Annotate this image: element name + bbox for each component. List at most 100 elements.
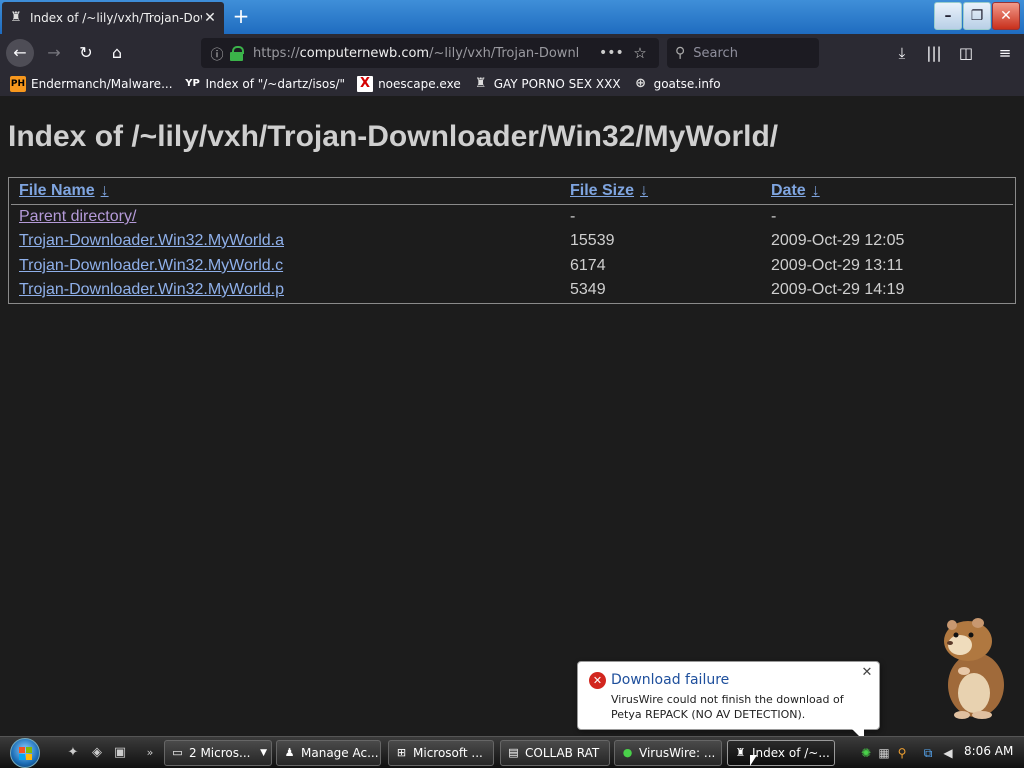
file-listing-table: File Name ↓ File Size ↓ Date ↓ Parent direc… bbox=[8, 177, 1016, 304]
viruswire-tray-icon[interactable]: ✺ bbox=[858, 745, 874, 761]
title-bar: ♜ Index of /~lily/vxh/Trojan-Dow ✕ + – ❐… bbox=[0, 0, 1024, 34]
hamburger-menu-icon[interactable]: ≡ bbox=[994, 42, 1016, 64]
forward-button[interactable]: → bbox=[40, 39, 68, 67]
search-input[interactable] bbox=[693, 45, 804, 61]
tab-title: Index of /~lily/vxh/Trojan-Dow bbox=[30, 11, 202, 25]
maximize-button[interactable]: ❐ bbox=[963, 2, 991, 30]
navigation-toolbar: ← → ↻ ⌂ ⓘ https://computernewb.com/~lily… bbox=[0, 34, 1024, 72]
page-content: Index of /~lily/vxh/Trojan-Downloader/Wi… bbox=[0, 96, 1024, 736]
parent-directory-link[interactable]: Parent directory/ bbox=[19, 208, 136, 226]
virus-icon: ● bbox=[622, 746, 633, 759]
bookmark-label: noescape.exe bbox=[378, 77, 461, 91]
bookmark-star-icon[interactable]: ☆ bbox=[629, 44, 651, 62]
page-actions-icon[interactable]: ••• bbox=[599, 45, 624, 61]
chevron-down-icon: ▼ bbox=[260, 748, 267, 758]
header-divider bbox=[11, 204, 1013, 205]
address-bar[interactable]: ⓘ https://computernewb.com/~lily/vxh/Tro… bbox=[201, 38, 659, 68]
sort-by-date-header[interactable]: Date ↓ bbox=[771, 182, 820, 200]
file-link[interactable]: Trojan-Downloader.Win32.MyWorld.a bbox=[19, 232, 284, 250]
task-viruswire[interactable]: ● VirusWire: ... bbox=[614, 740, 722, 766]
bookmark-gay-porno[interactable]: ♜ GAY PORNO SEX XXX bbox=[473, 76, 621, 92]
bookmark-noescape[interactable]: X noescape.exe bbox=[357, 76, 461, 92]
notification-title: Download failure bbox=[611, 672, 730, 688]
close-icon[interactable]: ✕ bbox=[860, 666, 874, 680]
file-size: 5349 bbox=[570, 281, 606, 298]
new-tab-button[interactable]: + bbox=[230, 4, 252, 28]
search-tray-icon[interactable]: ⚲ bbox=[894, 745, 910, 761]
windows-logo-icon: ⊞ bbox=[396, 746, 407, 759]
tab-close-icon[interactable]: ✕ bbox=[202, 10, 218, 26]
users-icon: ♟ bbox=[284, 746, 295, 759]
hamster-mascot[interactable] bbox=[938, 615, 1008, 719]
error-icon: ✕ bbox=[589, 672, 606, 689]
close-window-button[interactable]: ✕ bbox=[992, 2, 1020, 30]
task-microsoft[interactable]: ⊞ Microsoft ... bbox=[388, 740, 494, 766]
yp-badge-icon: YP bbox=[185, 78, 200, 89]
table-row: Trojan-Downloader.Win32.MyWorld.p 5349 2… bbox=[9, 281, 1013, 305]
minimize-button[interactable]: – bbox=[934, 2, 962, 30]
system-tray: ✺ ▦ ⚲ ⧉ ◀ 8:06 AM bbox=[850, 740, 1022, 766]
table-row: Parent directory/ - - bbox=[9, 208, 1013, 232]
hat-favicon-icon: ♜ bbox=[10, 10, 22, 25]
bookmarks-toolbar: PH Endermanch/Malware... YP Index of "/~… bbox=[0, 72, 1024, 96]
page-title: Index of /~lily/vxh/Trojan-Downloader/Wi… bbox=[8, 120, 779, 153]
ph-badge-icon: PH bbox=[10, 76, 26, 92]
task-microsoft-group[interactable]: ▭ 2 Micros... ▼ bbox=[164, 740, 272, 766]
sort-arrow-icon: ↓ bbox=[100, 182, 109, 199]
browser-tab[interactable]: ♜ Index of /~lily/vxh/Trojan-Dow ✕ bbox=[2, 2, 224, 34]
home-button[interactable]: ⌂ bbox=[103, 39, 131, 67]
lock-icon bbox=[229, 45, 245, 61]
terminal-icon: ▤ bbox=[508, 746, 519, 759]
task-collab-rat[interactable]: ▤ COLLAB RAT bbox=[500, 740, 610, 766]
site-info-icon[interactable]: ⓘ bbox=[209, 44, 225, 63]
file-date: 2009-Oct-29 13:11 bbox=[771, 257, 904, 274]
back-button[interactable]: ← bbox=[6, 39, 34, 67]
sort-by-size-header[interactable]: File Size ↓ bbox=[570, 182, 648, 200]
file-size: 15539 bbox=[570, 232, 615, 249]
sidebar-icon[interactable]: ◫ bbox=[955, 42, 977, 64]
hat-icon: ♜ bbox=[735, 746, 746, 759]
taskbar: ✦ ◈ ▣ » ▭ 2 Micros... ▼ ♟ Manage Ac... ⊞… bbox=[0, 736, 1024, 768]
hat-icon: ♜ bbox=[474, 76, 487, 91]
task-browser-index[interactable]: ♜ Index of /~... bbox=[727, 740, 835, 766]
app-tray-icon[interactable]: ▦ bbox=[876, 745, 892, 761]
task-manage-accounts[interactable]: ♟ Manage Ac... bbox=[276, 740, 381, 766]
bookmark-label: goatse.info bbox=[653, 77, 721, 91]
library-icon[interactable]: ||| bbox=[923, 42, 945, 64]
quick-launch-hamster-icon[interactable]: ✦ bbox=[64, 744, 82, 762]
download-icon[interactable]: ⤓ bbox=[891, 42, 913, 64]
bookmark-goatse[interactable]: ⊕ goatse.info bbox=[633, 76, 721, 92]
globe-icon: ⊕ bbox=[635, 76, 647, 91]
sort-arrow-icon: ↓ bbox=[640, 182, 649, 199]
bookmark-endermanch[interactable]: PH Endermanch/Malware... bbox=[10, 76, 173, 92]
search-icon: ⚲ bbox=[675, 45, 686, 61]
window-icon: ▭ bbox=[172, 746, 183, 759]
bookmark-label: GAY PORNO SEX XXX bbox=[493, 77, 621, 91]
mouse-cursor bbox=[750, 755, 757, 766]
file-date: 2009-Oct-29 12:05 bbox=[771, 232, 905, 249]
x-badge-icon: X bbox=[357, 76, 374, 92]
file-size: 6174 bbox=[570, 257, 606, 274]
quick-launch-desktop-icon[interactable]: ▣ bbox=[111, 744, 129, 762]
url-text[interactable]: https://computernewb.com/~lily/vxh/Troja… bbox=[253, 46, 599, 61]
file-link[interactable]: Trojan-Downloader.Win32.MyWorld.c bbox=[19, 257, 283, 275]
volume-muted-icon[interactable]: ◀ bbox=[940, 745, 956, 761]
file-date: - bbox=[771, 208, 777, 225]
network-icon[interactable]: ⧉ bbox=[920, 745, 936, 761]
file-date: 2009-Oct-29 14:19 bbox=[771, 281, 905, 298]
clock[interactable]: 8:06 AM bbox=[964, 744, 1013, 758]
download-failure-notification[interactable]: ✕ Download failure VirusWire could not f… bbox=[577, 661, 880, 741]
sort-arrow-icon: ↓ bbox=[811, 182, 820, 199]
table-row: Trojan-Downloader.Win32.MyWorld.a 15539 … bbox=[9, 232, 1013, 256]
table-row: Trojan-Downloader.Win32.MyWorld.c 6174 2… bbox=[9, 257, 1013, 281]
start-button[interactable] bbox=[10, 738, 40, 768]
sort-by-name-header[interactable]: File Name ↓ bbox=[19, 182, 109, 200]
bookmark-dartz-isos[interactable]: YP Index of "/~dartz/isos/" bbox=[185, 76, 345, 92]
file-link[interactable]: Trojan-Downloader.Win32.MyWorld.p bbox=[19, 281, 284, 299]
quick-launch-shield-icon[interactable]: ◈ bbox=[88, 744, 106, 762]
quick-launch-more-icon[interactable]: » bbox=[141, 744, 159, 762]
reload-button[interactable]: ↻ bbox=[72, 39, 100, 67]
file-size: - bbox=[570, 208, 576, 225]
search-box[interactable]: ⚲ bbox=[667, 38, 819, 68]
bookmark-label: Endermanch/Malware... bbox=[31, 77, 173, 91]
